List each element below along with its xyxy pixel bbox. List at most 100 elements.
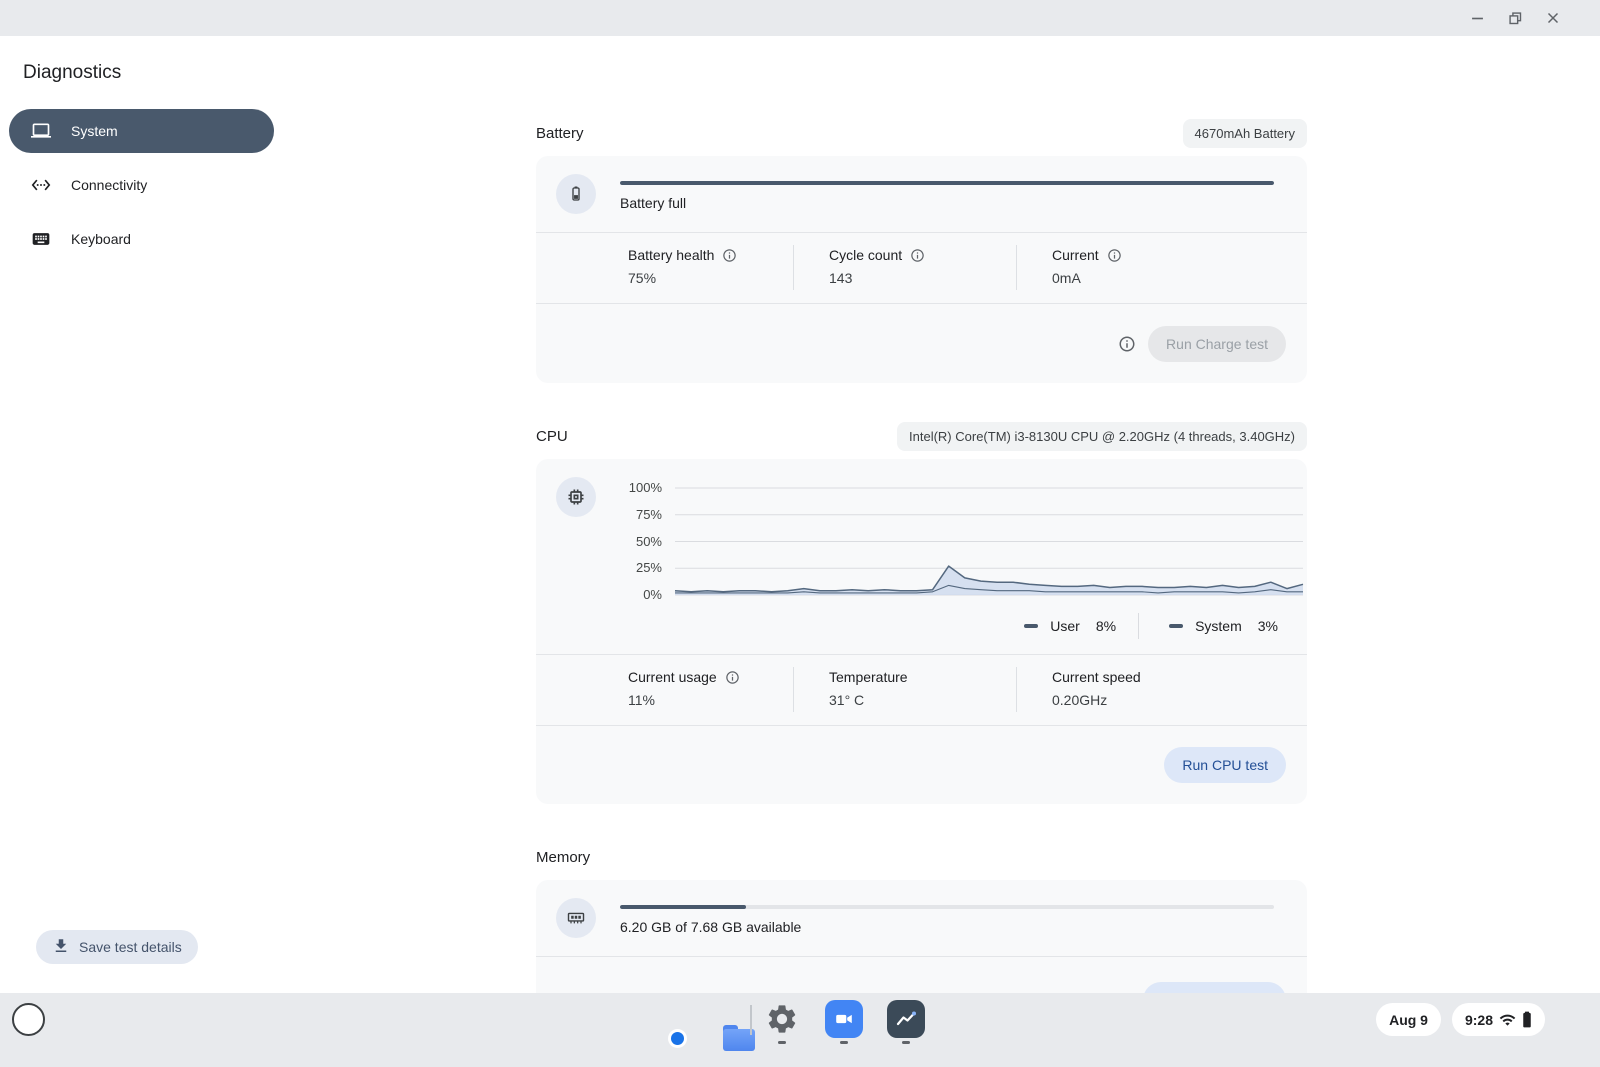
close-button[interactable] <box>1546 11 1560 25</box>
screencast-app-icon[interactable] <box>825 1000 863 1038</box>
memory-used-fill <box>620 905 746 909</box>
run-memory-test-button[interactable]: Run Memory test <box>1143 982 1286 993</box>
shelf-separator <box>750 1005 752 1035</box>
info-icon[interactable] <box>910 248 925 263</box>
user-legend-dash <box>1024 624 1038 628</box>
shelf: Aug 9 9:28 <box>0 993 1600 1067</box>
ethernet-icon <box>31 175 51 195</box>
cpu-info-chip: Intel(R) Core(TM) i3-8130U CPU @ 2.20GHz… <box>897 422 1307 451</box>
run-charge-test-button[interactable]: Run Charge test <box>1148 326 1286 362</box>
stat-value: 75% <box>628 270 793 290</box>
battery-icon <box>556 174 596 214</box>
cpu-chart-ytick: 75% <box>636 506 662 524</box>
memory-section: Memory <box>536 842 1307 993</box>
cpu-chart-ytick: 0% <box>643 586 662 604</box>
cpu-stats: Current usage 11% Temperature 31° C Curr… <box>536 655 1307 725</box>
cpu-chart-ytick: 50% <box>636 533 662 551</box>
settings-app-icon[interactable] <box>765 1002 799 1036</box>
minimize-icon <box>1471 12 1484 25</box>
files-app-icon[interactable] <box>701 1000 739 1038</box>
sidebar-item-system[interactable]: System <box>9 109 274 153</box>
laptop-icon <box>31 121 51 141</box>
keyboard-icon <box>31 229 51 249</box>
cpu-chart-ylabels: 100%75%50%25%0% <box>620 488 662 595</box>
main-panel: Battery 4670mAh Battery <box>536 36 1307 993</box>
cpu-card: 100% 75% 50% 25% 0% User 8% System 3% <box>536 459 1307 804</box>
cpu-chip-icon <box>556 477 596 517</box>
stat-value: 0mA <box>1052 270 1283 290</box>
sidebar-item-label: Keyboard <box>71 231 131 247</box>
cpu-usage-chart: 100% 75% 50% 25% 0% User 8% System 3% <box>620 477 1307 636</box>
battery-level-fill <box>620 181 1274 185</box>
current-usage-stat: Current usage 11% <box>628 667 793 712</box>
battery-card: Battery full Battery health 75% Cycle co… <box>536 156 1307 383</box>
line-chart-icon <box>887 1000 925 1038</box>
run-cpu-test-button[interactable]: Run CPU test <box>1164 747 1286 783</box>
gear-icon <box>765 1002 799 1036</box>
diagnostics-app-window: Diagnostics System Connectivity <box>0 0 1600 1067</box>
left-panel: Diagnostics System Connectivity <box>0 36 536 993</box>
sidebar-item-label: Connectivity <box>71 177 147 193</box>
download-icon <box>52 937 70 958</box>
save-test-details-label: Save test details <box>79 939 182 955</box>
minimize-button[interactable] <box>1470 11 1484 25</box>
stat-label: Current <box>1052 247 1099 263</box>
monitoring-app-icon[interactable] <box>887 1000 925 1038</box>
window-titlebar <box>0 0 1600 36</box>
status-area: Aug 9 9:28 <box>1376 1003 1545 1036</box>
close-icon <box>1547 12 1559 24</box>
memory-ram-icon <box>556 898 596 938</box>
stat-label: Temperature <box>829 669 908 685</box>
temperature-stat: Temperature 31° C <box>793 667 1016 712</box>
battery-section: Battery 4670mAh Battery <box>536 118 1307 383</box>
restore-icon <box>1509 12 1522 25</box>
running-app-indicator <box>778 1041 786 1044</box>
memory-section-title: Memory <box>536 849 590 866</box>
cpu-section-title: CPU <box>536 428 568 445</box>
sidebar-item-label: System <box>71 123 118 139</box>
cpu-actions: Run CPU test <box>536 726 1307 804</box>
battery-health-stat: Battery health 75% <box>628 245 793 290</box>
stat-value: 11% <box>628 692 793 712</box>
stat-value: 0.20GHz <box>1052 692 1283 712</box>
sidebar-item-keyboard[interactable]: Keyboard <box>9 217 274 261</box>
cpu-usage-chart-svg <box>675 488 1303 595</box>
clock-label: 9:28 <box>1465 1012 1493 1028</box>
window-controls <box>1470 0 1560 36</box>
sidebar-item-connectivity[interactable]: Connectivity <box>9 163 274 207</box>
app-content: Diagnostics System Connectivity <box>0 36 1600 993</box>
stat-label: Current speed <box>1052 669 1141 685</box>
user-legend-value: 8% <box>1096 618 1116 634</box>
battery-info-chip: 4670mAh Battery <box>1183 119 1307 148</box>
memory-actions: Run Memory test <box>536 957 1307 993</box>
cpu-section: CPU Intel(R) Core(TM) i3-8130U CPU @ 2.2… <box>536 421 1307 804</box>
launcher-button[interactable] <box>12 1003 45 1036</box>
info-icon[interactable] <box>1118 335 1136 353</box>
stat-value: 31° C <box>829 692 1016 712</box>
cpu-usage-legend: User 8% System 3% <box>620 616 1303 636</box>
stat-label: Current usage <box>628 669 717 685</box>
chrome-app-icon[interactable] <box>639 1000 677 1038</box>
memory-card: 6.20 GB of 7.68 GB available Run Memory … <box>536 880 1307 993</box>
current-stat: Current 0mA <box>1016 245 1283 290</box>
system-legend-label: System <box>1195 618 1242 634</box>
date-chip[interactable]: Aug 9 <box>1376 1003 1441 1036</box>
save-test-details-button[interactable]: Save test details <box>36 930 198 964</box>
system-tray[interactable]: 9:28 <box>1452 1003 1545 1036</box>
current-speed-stat: Current speed 0.20GHz <box>1016 667 1283 712</box>
cpu-chart-ytick: 100% <box>629 479 662 497</box>
info-icon[interactable] <box>1107 248 1122 263</box>
date-label: Aug 9 <box>1389 1012 1428 1028</box>
system-legend-value: 3% <box>1258 618 1278 634</box>
cycle-count-stat: Cycle count 143 <box>793 245 1016 290</box>
cpu-chart-ytick: 25% <box>636 559 662 577</box>
maximize-button[interactable] <box>1508 11 1522 25</box>
info-icon[interactable] <box>725 670 740 685</box>
info-icon[interactable] <box>722 248 737 263</box>
battery-level-bar <box>620 181 1274 185</box>
legend-divider <box>1138 613 1139 639</box>
wifi-icon <box>1499 1013 1516 1027</box>
battery-icon <box>1522 1011 1532 1028</box>
user-legend-label: User <box>1050 618 1080 634</box>
stat-label: Battery health <box>628 247 714 263</box>
